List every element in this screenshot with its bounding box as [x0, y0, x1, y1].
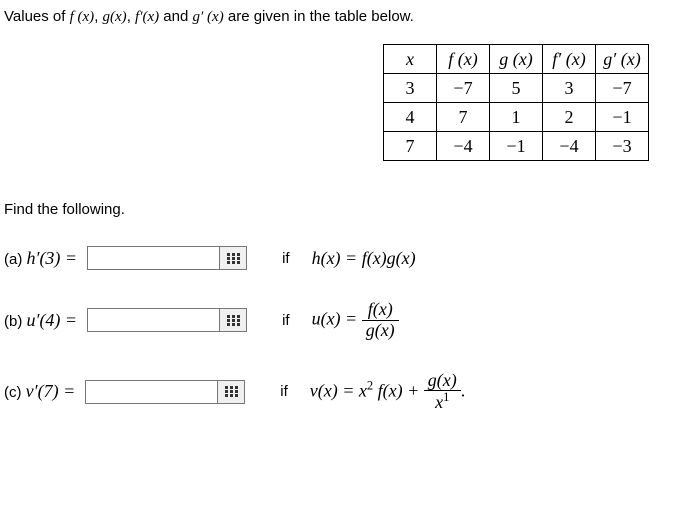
keypad-button-a[interactable] — [219, 247, 246, 269]
th-x: x — [384, 45, 437, 74]
th-fx: f (x) — [437, 45, 490, 74]
qb-num: f(x) — [362, 300, 399, 320]
intro-suffix: are given in the table below. — [224, 8, 414, 25]
qb-if: if — [282, 312, 290, 329]
answer-c-box — [85, 380, 245, 404]
keypad-icon — [227, 315, 240, 326]
keypad-button-b[interactable] — [219, 309, 246, 331]
answer-a-input[interactable] — [88, 247, 219, 269]
th-fpx-v: f′ (x) — [552, 49, 585, 69]
intro-sep2: , — [127, 8, 135, 25]
intro-text: Values of f (x), g(x), f′(x) and g′ (x) … — [4, 8, 679, 26]
keypad-button-c[interactable] — [217, 381, 244, 403]
qa-label: (a) h′(3) = — [4, 248, 77, 269]
question-a: (a) h′(3) = if h(x) = f(x)g(x) — [4, 246, 679, 270]
qc-frac: g(x)x1 — [424, 371, 461, 414]
qb-label: (b) u′(4) = — [4, 310, 77, 331]
qa-label-txt: (a) — [4, 251, 27, 268]
qc-rhs-mid: f(x) + — [373, 380, 424, 400]
qa-rhs: h(x) = f(x)g(x) — [312, 248, 416, 269]
data-table: x f (x) g (x) f′ (x) g′ (x) 3 −7 5 3 −7 … — [383, 44, 649, 161]
cell: −7 — [437, 74, 490, 103]
qc-den-exp: 1 — [443, 390, 449, 404]
qa-lhs: h′(3) = — [27, 248, 78, 268]
qb-rhs: u(x) = f(x)g(x) — [312, 300, 399, 341]
cell: 7 — [437, 103, 490, 132]
intro-f1: f (x) — [70, 9, 95, 25]
cell: −4 — [437, 132, 490, 161]
data-table-wrap: x f (x) g (x) f′ (x) g′ (x) 3 −7 5 3 −7 … — [4, 44, 679, 161]
intro-and: and — [159, 8, 192, 25]
th-fpx: f′ (x) — [543, 45, 596, 74]
answer-b-box — [87, 308, 247, 332]
qb-rhs-lhs: u(x) = — [312, 308, 362, 328]
qc-lhs: v′(7) = — [26, 381, 76, 401]
table-row: 7 −4 −1 −4 −3 — [384, 132, 649, 161]
find-label: Find the following. — [4, 201, 679, 218]
qc-rhs-lhs: v(x) = x — [310, 380, 367, 400]
qb-den: g(x) — [362, 320, 399, 341]
cell: −4 — [543, 132, 596, 161]
qb-label-txt: (b) — [4, 313, 27, 330]
qc-den-base: x — [435, 392, 443, 412]
th-gx: g (x) — [490, 45, 543, 74]
table-row: 4 7 1 2 −1 — [384, 103, 649, 132]
qc-label: (c) v′(7) = — [4, 381, 75, 402]
cell: 2 — [543, 103, 596, 132]
intro-prefix: Values of — [4, 8, 70, 25]
qc-num: g(x) — [424, 371, 461, 391]
question-b: (b) u′(4) = if u(x) = f(x)g(x) — [4, 300, 679, 341]
cell: −1 — [490, 132, 543, 161]
keypad-icon — [227, 253, 240, 264]
cell: −1 — [596, 103, 649, 132]
answer-a-box — [87, 246, 247, 270]
qc-if: if — [280, 383, 288, 400]
th-gpx-v: g′ (x) — [603, 49, 640, 69]
cell: 7 — [384, 132, 437, 161]
cell: 4 — [384, 103, 437, 132]
cell: 3 — [543, 74, 596, 103]
qc-den: x1 — [424, 390, 461, 413]
th-gpx: g′ (x) — [596, 45, 649, 74]
table-row: 3 −7 5 3 −7 — [384, 74, 649, 103]
th-gx-v: g (x) — [499, 49, 532, 69]
qb-lhs: u′(4) = — [27, 310, 78, 330]
cell: 1 — [490, 103, 543, 132]
intro-f2: g(x) — [103, 9, 127, 25]
intro-f4: g′ (x) — [193, 9, 224, 25]
intro-sep1: , — [94, 8, 102, 25]
cell: 3 — [384, 74, 437, 103]
th-fx-v: f (x) — [448, 49, 477, 69]
cell: 5 — [490, 74, 543, 103]
cell: −3 — [596, 132, 649, 161]
qc-rhs-end: . — [461, 380, 466, 400]
qb-frac: f(x)g(x) — [362, 300, 399, 341]
qa-if: if — [282, 250, 290, 267]
cell: −7 — [596, 74, 649, 103]
th-x-v: x — [406, 49, 414, 69]
question-c: (c) v′(7) = if v(x) = x2 f(x) + g(x)x1. — [4, 371, 679, 414]
intro-f3: f′(x) — [135, 9, 159, 25]
qc-rhs: v(x) = x2 f(x) + g(x)x1. — [310, 371, 466, 414]
keypad-icon — [225, 386, 238, 397]
answer-c-input[interactable] — [86, 381, 217, 403]
qc-label-txt: (c) — [4, 384, 26, 401]
answer-b-input[interactable] — [88, 309, 219, 331]
